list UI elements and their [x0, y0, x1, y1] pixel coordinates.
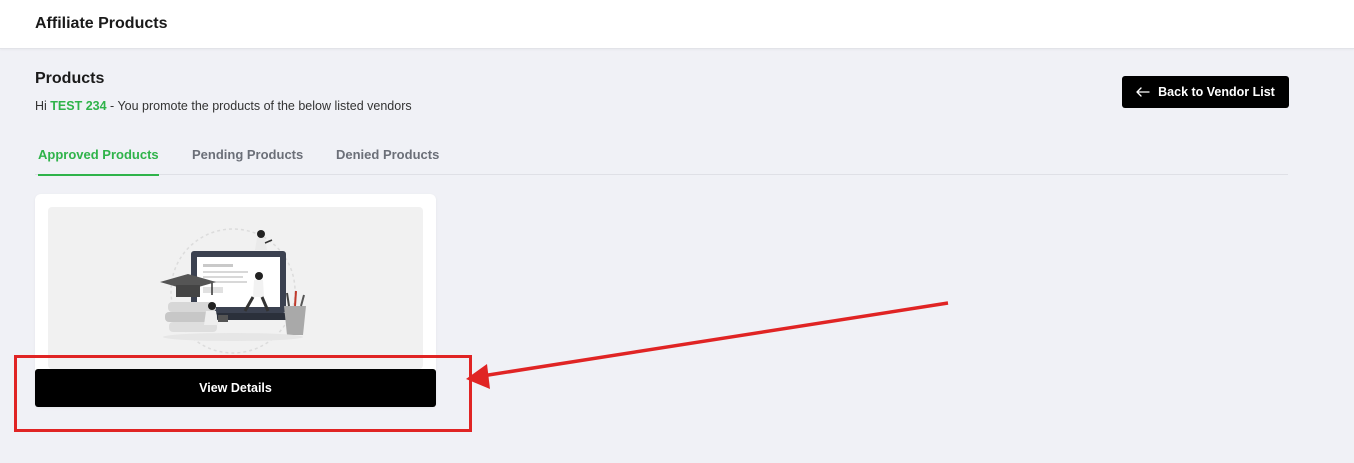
annotation-arrow [466, 301, 949, 389]
